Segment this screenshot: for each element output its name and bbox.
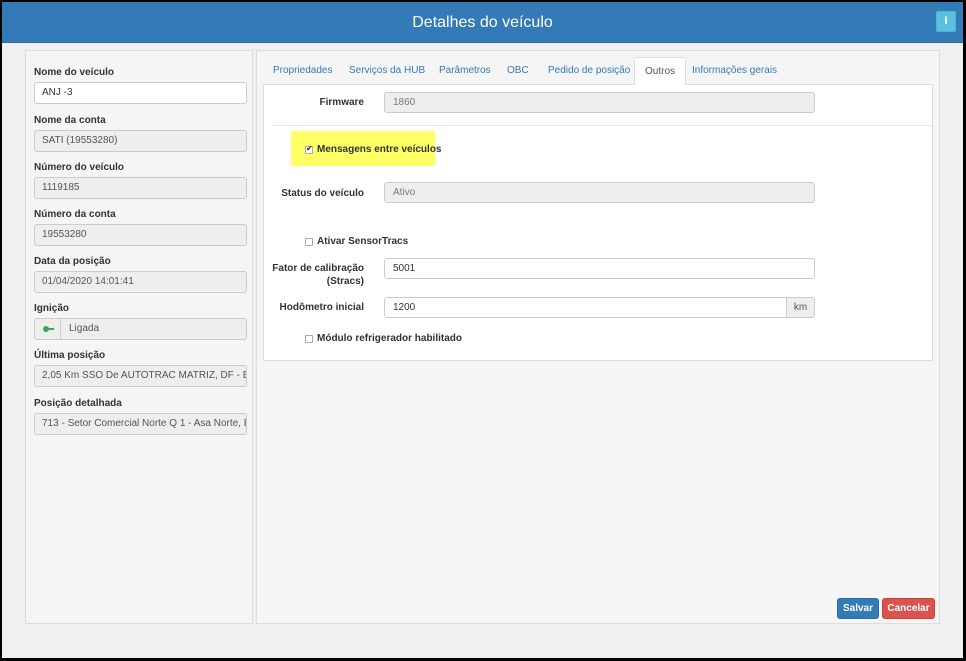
position-date-field: 01/04/2020 14:01:41 [34,271,247,293]
ignition-value: Ligada [69,323,100,334]
firmware-field: 1860 [384,92,815,113]
divider [272,125,932,126]
calibration-label-stracs: (Stracs) [326,276,364,287]
detailed-position-label: Posição detalhada [34,398,122,409]
tab-obc[interactable]: OBC [497,57,539,85]
vehicle-summary-panel: Nome do veículo ANJ -3 Nome da conta SAT… [25,50,253,624]
last-position-label: Última posição [34,350,106,361]
detailed-position-field: 713 - Setor Comercial Norte Q 1 - Asa No… [34,413,247,435]
vehicle-messages-label: Mensagens entre veículos [317,144,442,155]
cancel-button[interactable]: Cancelar [882,598,935,619]
sensortracs-checkbox[interactable] [305,238,313,246]
calibration-input[interactable]: 5001 [384,258,815,279]
dialog-header: Detalhes do veículo i [2,2,963,43]
position-date-label: Data da posição [34,256,111,267]
odometer-input[interactable]: 1200 [384,297,787,318]
refrigerator-checkbox[interactable] [305,335,313,343]
vehicle-status-field: Ativo [384,182,815,203]
save-button[interactable]: Salvar [837,598,879,619]
vehicle-details-dialog: Detalhes do veículo i Nome do veículo AN… [2,2,963,658]
account-number-field: 19553280 [34,224,247,246]
vehicle-number-field: 1119185 [34,177,247,199]
tab-pedido-posicao[interactable]: Pedido de posição [538,57,640,85]
account-number-label: Número da conta [34,209,116,220]
dialog-title: Detalhes do veículo [412,14,553,31]
refrigerator-label: Módulo refrigerador habilitado [317,333,463,344]
ignition-label: Ignição [34,303,70,314]
tab-informacoes-gerais[interactable]: Informações gerais [682,57,787,85]
vehicle-name-label: Nome do veículo [34,67,115,78]
info-icon[interactable]: i [936,11,956,32]
outros-tab-content: Firmware 1860 Mensagens entre veículos S… [263,85,933,361]
vehicle-name-input[interactable]: ANJ -3 [34,82,247,104]
tab-bar: Propriedades Serviços da HUB Parâmetros … [263,57,933,86]
details-tabs-panel: Propriedades Serviços da HUB Parâmetros … [256,50,940,624]
odometer-unit: km [786,297,815,318]
odometer-label: Hodômetro inicial [279,302,364,313]
last-position-field: 2,05 Km SSO De AUTOTRAC MATRIZ, DF - Bra… [34,365,247,387]
calibration-label: Fator de calibração [272,263,364,274]
ignition-field: Ligada [34,318,247,340]
ignition-addon [35,319,61,339]
account-name-field: SATI (19553280) [34,130,247,152]
firmware-label: Firmware [319,97,364,108]
vehicle-status-label: Status do veículo [281,188,364,199]
key-icon [43,326,54,332]
tab-parametros[interactable]: Parâmetros [429,57,501,85]
tab-propriedades[interactable]: Propriedades [263,57,342,85]
vehicle-messages-checkbox[interactable] [305,144,313,154]
sensortracs-label: Ativar SensorTracs [317,236,409,247]
account-name-label: Nome da conta [34,115,106,126]
vehicle-number-label: Número do veículo [34,162,125,173]
tab-outros[interactable]: Outros [634,57,687,86]
tab-servicos-hub[interactable]: Serviços da HUB [339,57,435,85]
